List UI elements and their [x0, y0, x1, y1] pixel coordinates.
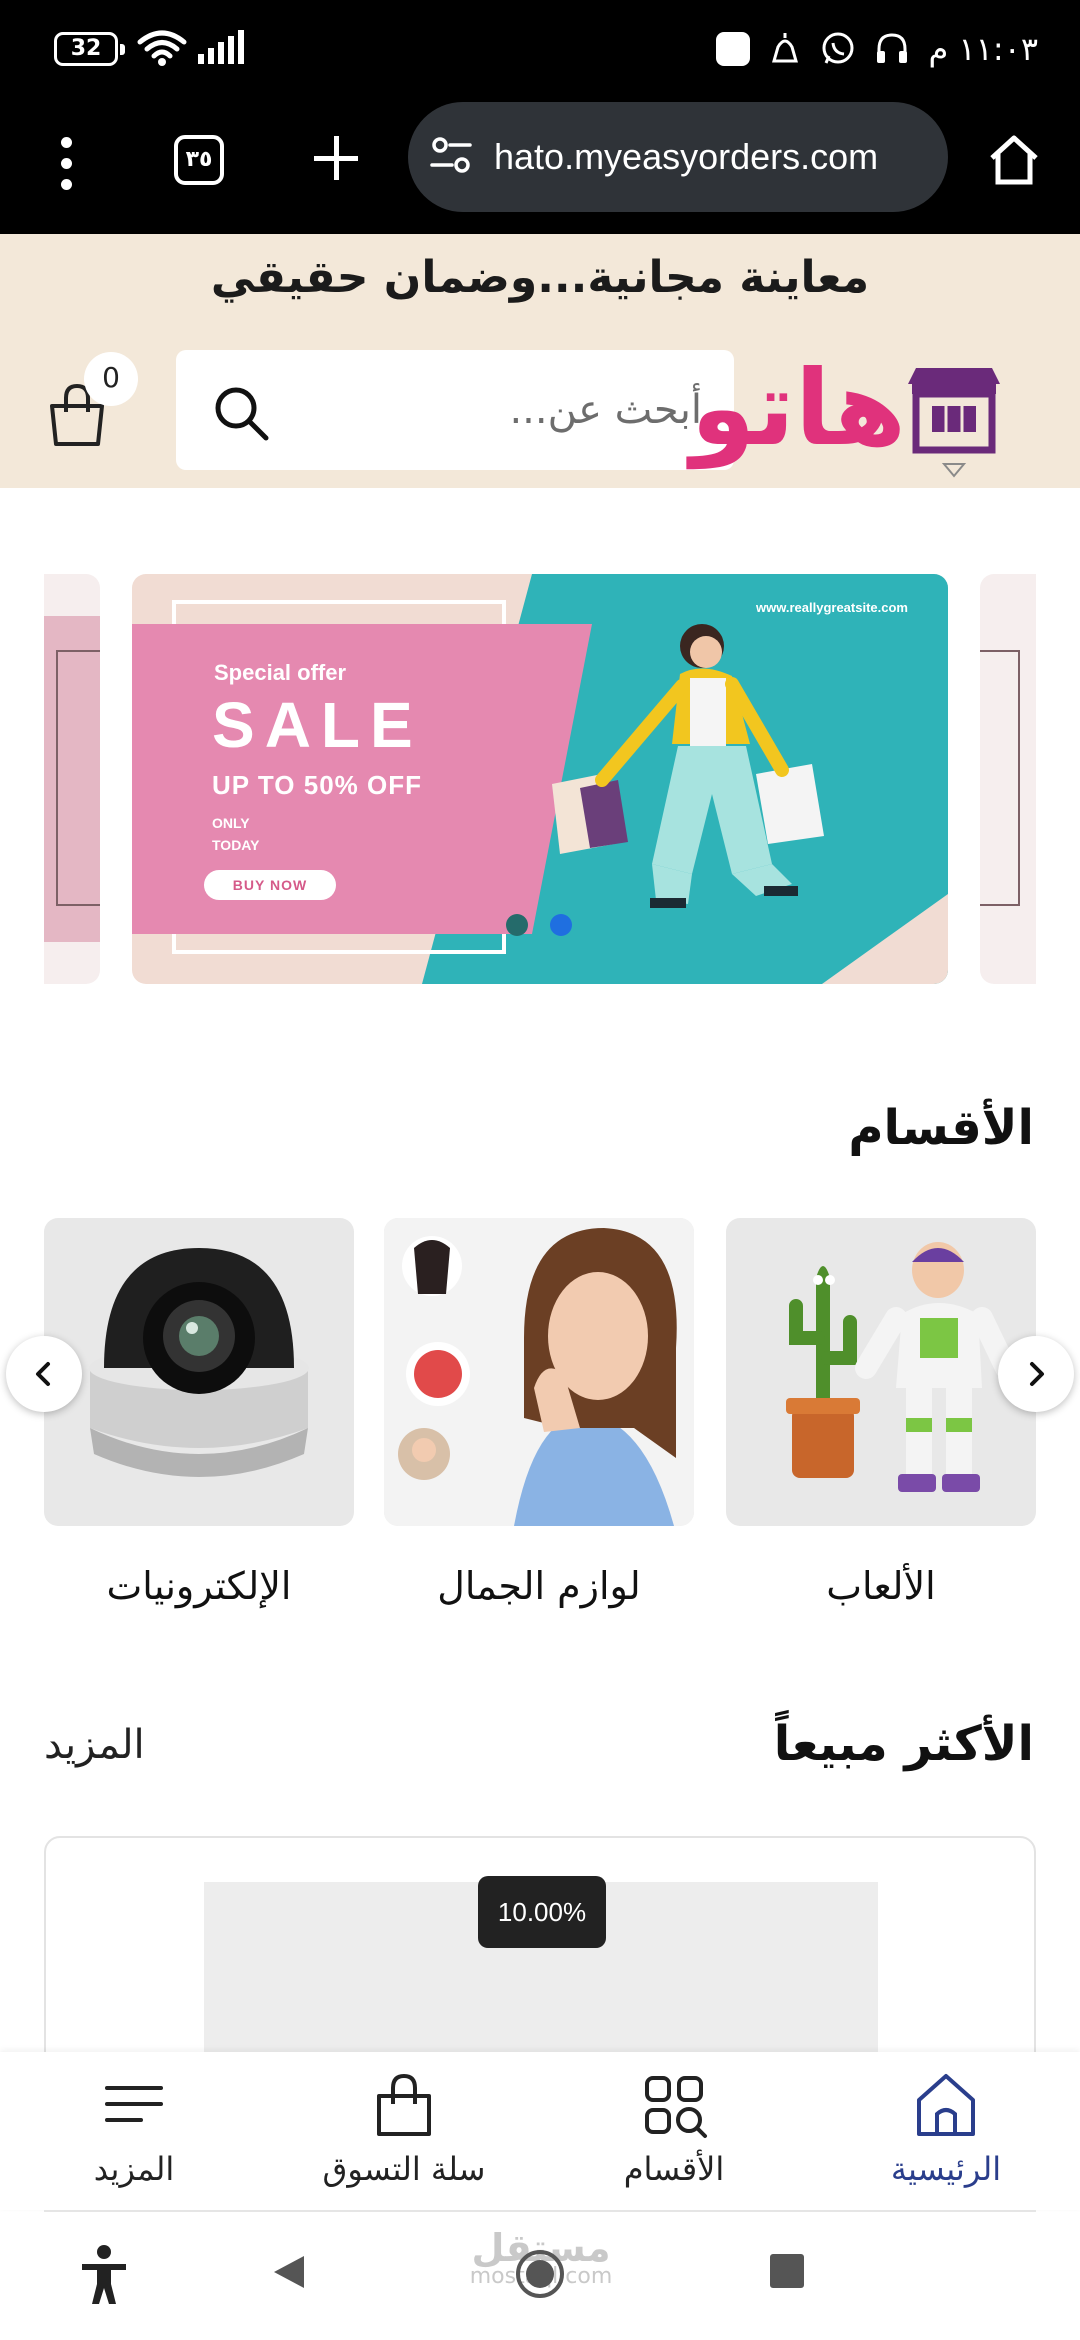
- recents-icon[interactable]: [768, 2252, 806, 2290]
- banner-discount-text: UP TO 50% OFF: [212, 770, 422, 800]
- home-button-icon[interactable]: [514, 2248, 566, 2300]
- best-sellers-more-link[interactable]: المزيد: [44, 1722, 145, 1768]
- battery-level: 32: [70, 36, 102, 61]
- bottom-navigation: الرئيسية الأقسام سلة التسوق المزيد: [0, 2052, 1080, 2210]
- nav-cart[interactable]: سلة التسوق: [294, 2070, 514, 2200]
- search-icon[interactable]: [212, 384, 270, 442]
- tab-count: ٣٥: [185, 147, 213, 172]
- banner-website: www.reallygreatsite.com: [756, 600, 908, 615]
- nav-categories-label: الأقسام: [623, 2150, 725, 2188]
- new-tab-icon[interactable]: [306, 128, 366, 188]
- app-notification-icon: [716, 32, 751, 66]
- discount-badge: 10.00%: [478, 1876, 606, 1948]
- beauty-image: [384, 1218, 694, 1526]
- category-card-toys[interactable]: [726, 1218, 1036, 1526]
- best-sellers-title: الأكثر مبيعاً: [773, 1716, 1034, 1772]
- store-logo-icon: [908, 368, 1000, 478]
- banner-only-text: ONLY: [212, 815, 250, 831]
- signal-icon: [198, 30, 244, 64]
- search-placeholder: أبحث عن...: [509, 387, 702, 433]
- categories-icon: [645, 2076, 707, 2138]
- browser-home-icon[interactable]: [986, 132, 1042, 188]
- menu-icon: [105, 2086, 163, 2122]
- banner-special-offer: Special offer: [214, 660, 347, 685]
- whatsapp-icon: [822, 32, 854, 64]
- carousel-dot-2-active[interactable]: [550, 914, 572, 936]
- nav-home[interactable]: الرئيسية: [836, 2070, 1056, 2200]
- back-icon[interactable]: [270, 2252, 310, 2292]
- home-icon: [917, 2074, 975, 2136]
- category-label-beauty[interactable]: لوازم الجمال: [384, 1564, 694, 1608]
- browser-toolbar: ٣٥ hato.myeasyorders.com: [0, 98, 1080, 234]
- category-card-electronics[interactable]: [44, 1218, 354, 1526]
- toys-image: [786, 1242, 1017, 1492]
- nav-more-label: المزيد: [93, 2150, 175, 2188]
- category-card-beauty[interactable]: [384, 1218, 694, 1526]
- promo-banner[interactable]: Special offer SALE UP TO 50% OFF ONLY TO…: [132, 574, 948, 984]
- carousel-dot-1[interactable]: [506, 914, 528, 936]
- status-bar: 32 ١١:٠٣ م: [0, 0, 1080, 98]
- alarm-icon: [772, 33, 799, 63]
- search-input[interactable]: أبحث عن...: [176, 350, 734, 470]
- site-header: معاينة مجانية...وضمان حقيقي 0 أبحث عن...…: [0, 234, 1080, 488]
- cart-button[interactable]: 0: [46, 352, 138, 456]
- categories-prev-button[interactable]: [6, 1336, 82, 1412]
- system-navigation: مستقل mostaql.com: [0, 2212, 1080, 2340]
- tagline: معاينة مجانية...وضمان حقيقي: [210, 252, 870, 303]
- category-label-toys[interactable]: الألعاب: [726, 1564, 1036, 1608]
- shopping-bag-icon: [377, 2073, 431, 2136]
- category-label-electronics[interactable]: الإلكترونيات: [44, 1564, 354, 1608]
- logo-text: هاتو: [690, 347, 906, 469]
- banner-next-peek[interactable]: [980, 574, 1036, 984]
- categories-title: الأقسام: [848, 1100, 1034, 1156]
- banner-prev-peek[interactable]: [44, 574, 100, 984]
- banner-buy-now-button[interactable]: BUY NOW: [204, 870, 336, 900]
- site-settings-icon[interactable]: [428, 132, 474, 178]
- battery-icon: 32: [54, 32, 125, 66]
- headphones-icon: [877, 33, 908, 63]
- site-logo[interactable]: هاتو: [691, 348, 1002, 478]
- wifi-icon: [137, 30, 187, 66]
- accessibility-icon[interactable]: [78, 2244, 130, 2306]
- cart-count-badge: 0: [84, 352, 138, 406]
- url-text: hato.myeasyorders.com: [494, 136, 879, 177]
- nav-more[interactable]: المزيد: [24, 2070, 244, 2200]
- nav-home-label: الرئيسية: [890, 2150, 1002, 2188]
- clock: ١١:٠٣ م: [928, 30, 1038, 68]
- chevron-right-icon: [1030, 1362, 1044, 1386]
- nav-cart-label: سلة التسوق: [322, 2150, 486, 2188]
- nav-categories[interactable]: الأقسام: [564, 2070, 784, 2200]
- tab-switcher-button[interactable]: ٣٥: [174, 135, 224, 185]
- address-bar[interactable]: hato.myeasyorders.com: [408, 102, 948, 212]
- banner-today-text: TODAY: [212, 837, 260, 853]
- browser-menu-icon[interactable]: [52, 132, 80, 192]
- chevron-left-icon: [36, 1362, 50, 1386]
- banner-sale-heading: SALE: [212, 689, 423, 761]
- electronics-image: [89, 1248, 309, 1477]
- categories-next-button[interactable]: [998, 1336, 1074, 1412]
